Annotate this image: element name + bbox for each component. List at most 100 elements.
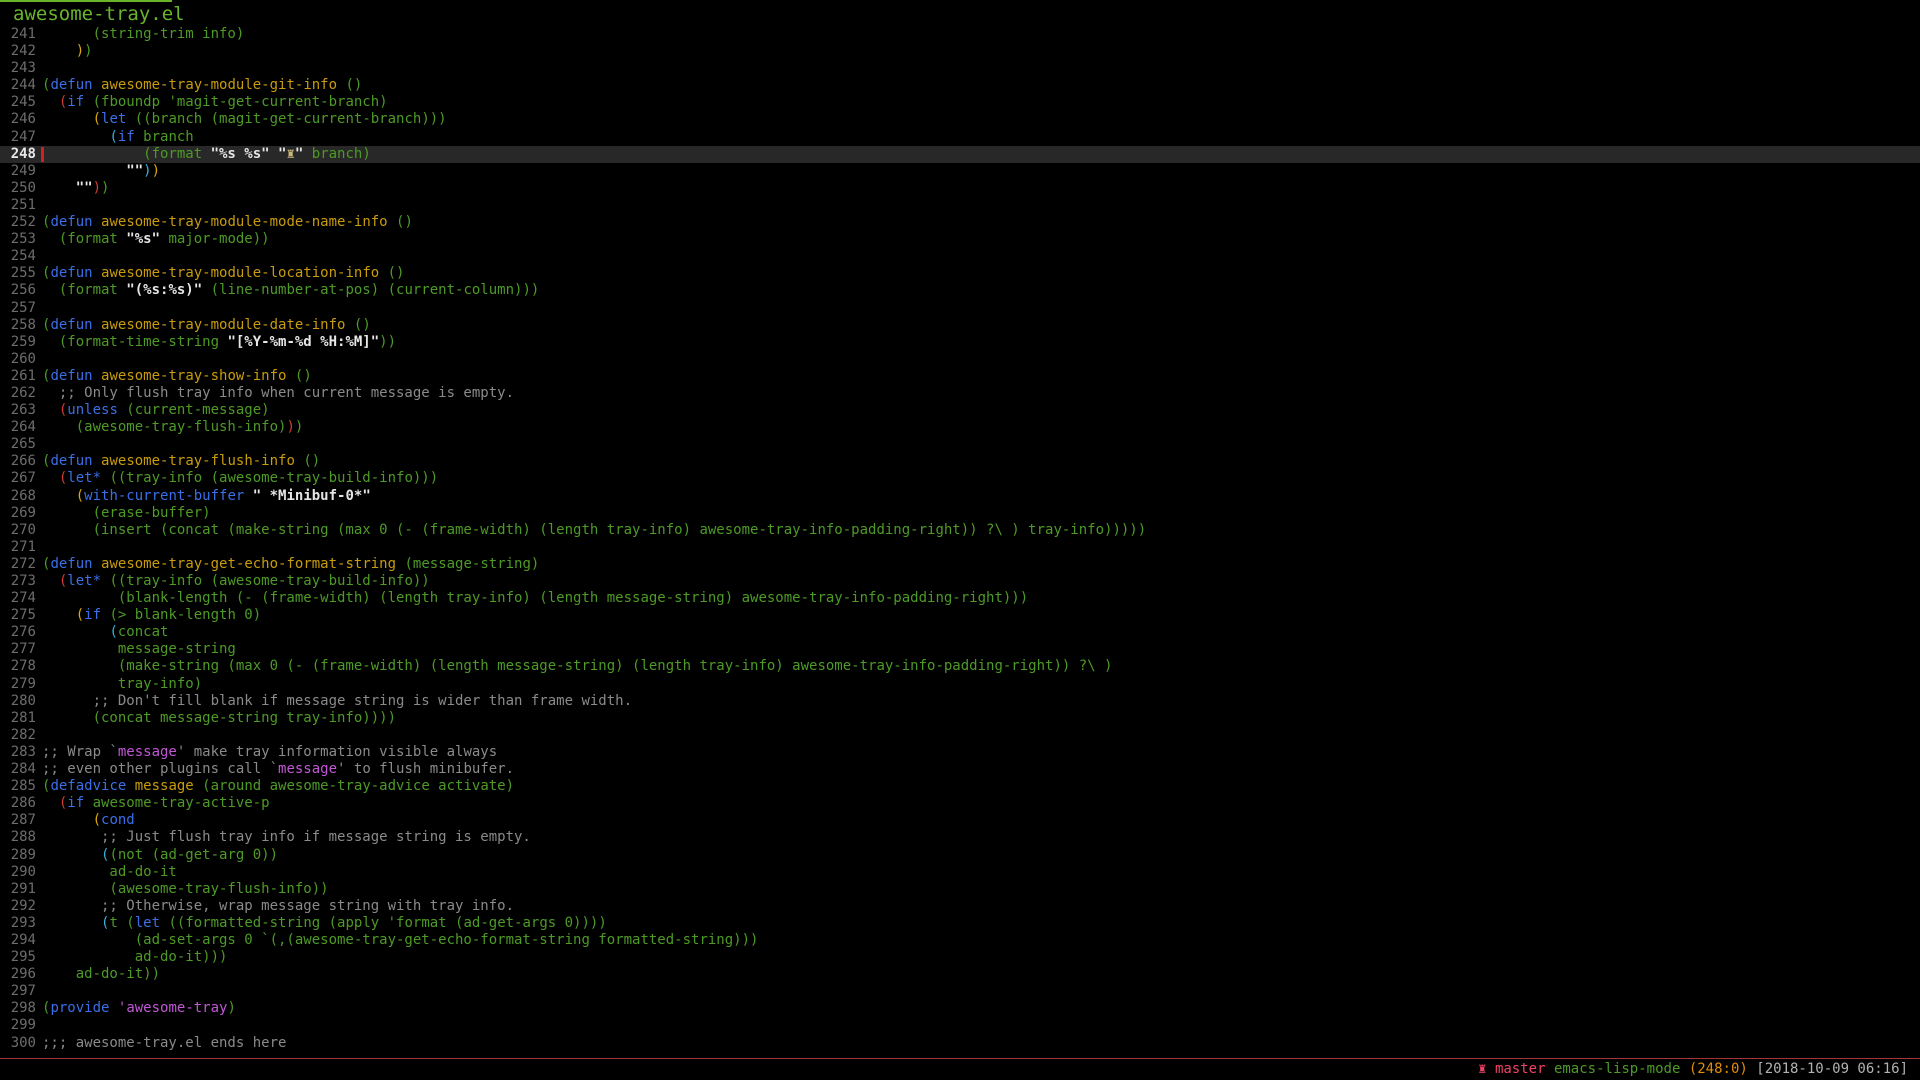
- code-line[interactable]: 268 (with-current-buffer " *Minibuf-0*": [0, 488, 1920, 505]
- line-number: 294: [0, 932, 36, 949]
- line-number: 252: [0, 214, 36, 231]
- code-line[interactable]: 285(defadvice message (around awesome-tr…: [0, 778, 1920, 795]
- code-line[interactable]: 286 (if awesome-tray-active-p: [0, 795, 1920, 812]
- code-line[interactable]: 245 (if (fboundp 'magit-get-current-bran…: [0, 94, 1920, 111]
- code-line[interactable]: 251: [0, 197, 1920, 214]
- code-line[interactable]: 253 (format "%s" major-mode)): [0, 231, 1920, 248]
- line-number: 253: [0, 231, 36, 248]
- code-line[interactable]: 297: [0, 983, 1920, 1000]
- code-text: (defun awesome-tray-module-location-info…: [42, 265, 404, 282]
- code-text: (t (let ((formatted-string (apply 'forma…: [42, 915, 607, 932]
- line-number: 256: [0, 282, 36, 299]
- code-line[interactable]: 262 ;; Only flush tray info when current…: [0, 385, 1920, 402]
- code-line[interactable]: 295 ad-do-it))): [0, 949, 1920, 966]
- code-line[interactable]: 283;; Wrap `message' make tray informati…: [0, 744, 1920, 761]
- code-line[interactable]: 293 (t (let ((formatted-string (apply 'f…: [0, 915, 1920, 932]
- code-line[interactable]: 244(defun awesome-tray-module-git-info (…: [0, 77, 1920, 94]
- code-text: (let* ((tray-info (awesome-tray-build-in…: [42, 573, 430, 590]
- code-line[interactable]: 298(provide 'awesome-tray): [0, 1000, 1920, 1017]
- code-line[interactable]: 284;; even other plugins call `message' …: [0, 761, 1920, 778]
- code-line[interactable]: 271: [0, 539, 1920, 556]
- buffer-title[interactable]: awesome-tray.el: [13, 3, 185, 25]
- code-text: (defun awesome-tray-get-echo-format-stri…: [42, 556, 539, 573]
- code-line[interactable]: 259 (format-time-string "[%Y-%m-%d %H:%M…: [0, 334, 1920, 351]
- line-number: 245: [0, 94, 36, 111]
- code-line[interactable]: 261(defun awesome-tray-show-info (): [0, 368, 1920, 385]
- code-line[interactable]: 294 (ad-set-args 0 `(,(awesome-tray-get-…: [0, 932, 1920, 949]
- code-text: ;; Don't fill blank if message string is…: [42, 693, 632, 710]
- code-text: ((not (ad-get-arg 0)): [42, 847, 278, 864]
- code-line[interactable]: 299: [0, 1017, 1920, 1034]
- code-line[interactable]: 300;;; awesome-tray.el ends here: [0, 1035, 1920, 1052]
- code-line[interactable]: 258(defun awesome-tray-module-date-info …: [0, 317, 1920, 334]
- code-text: (make-string (max 0 (- (frame-width) (le…: [42, 658, 1112, 675]
- code-line[interactable]: 281 (concat message-string tray-info)))): [0, 710, 1920, 727]
- code-line[interactable]: 279 tray-info): [0, 676, 1920, 693]
- code-line[interactable]: 260: [0, 351, 1920, 368]
- code-line[interactable]: 266(defun awesome-tray-flush-info (): [0, 453, 1920, 470]
- code-line[interactable]: 242 )): [0, 43, 1920, 60]
- code-line[interactable]: 254: [0, 248, 1920, 265]
- code-line[interactable]: 265: [0, 436, 1920, 453]
- code-line[interactable]: 267 (let* ((tray-info (awesome-tray-buil…: [0, 470, 1920, 487]
- modeline-separator: [0, 1058, 1920, 1059]
- code-line[interactable]: 269 (erase-buffer): [0, 505, 1920, 522]
- code-text: (let ((branch (magit-get-current-branch)…: [42, 111, 447, 128]
- code-line[interactable]: 249 "")): [0, 163, 1920, 180]
- code-line[interactable]: 292 ;; Otherwise, wrap message string wi…: [0, 898, 1920, 915]
- code-line[interactable]: 274 (blank-length (- (frame-width) (leng…: [0, 590, 1920, 607]
- line-number: 267: [0, 470, 36, 487]
- code-line[interactable]: 296 ad-do-it)): [0, 966, 1920, 983]
- line-number: 265: [0, 436, 36, 453]
- code-text: tray-info): [42, 676, 202, 693]
- code-line[interactable]: 257: [0, 300, 1920, 317]
- line-number: 250: [0, 180, 36, 197]
- git-branch-icon: ♜: [1478, 1061, 1486, 1077]
- code-line[interactable]: 263 (unless (current-message): [0, 402, 1920, 419]
- code-text: (with-current-buffer " *Minibuf-0*": [42, 488, 371, 505]
- buffer-tab-indicator: [0, 0, 172, 2]
- code-line[interactable]: 243: [0, 60, 1920, 77]
- line-number: 299: [0, 1017, 36, 1034]
- line-number: 257: [0, 300, 36, 317]
- code-line[interactable]: 247 (if branch: [0, 129, 1920, 146]
- code-line[interactable]: 270 (insert (concat (make-string (max 0 …: [0, 522, 1920, 539]
- code-line[interactable]: 255(defun awesome-tray-module-location-i…: [0, 265, 1920, 282]
- line-number: 247: [0, 129, 36, 146]
- line-number: 278: [0, 658, 36, 675]
- code-line[interactable]: 275 (if (> blank-length 0): [0, 607, 1920, 624]
- code-line[interactable]: 291 (awesome-tray-flush-info)): [0, 881, 1920, 898]
- code-area[interactable]: 241 (string-trim info)242 ))243244(defun…: [0, 26, 1920, 1052]
- code-line[interactable]: 277 message-string: [0, 641, 1920, 658]
- code-line[interactable]: 248 (format "%s %s" "♜" branch): [0, 146, 1920, 163]
- code-line[interactable]: 241 (string-trim info): [0, 26, 1920, 43]
- code-line[interactable]: 264 (awesome-tray-flush-info))): [0, 419, 1920, 436]
- code-line[interactable]: 252(defun awesome-tray-module-mode-name-…: [0, 214, 1920, 231]
- code-text: "")): [42, 180, 109, 197]
- line-number: 284: [0, 761, 36, 778]
- code-line[interactable]: 290 ad-do-it: [0, 864, 1920, 881]
- code-line[interactable]: 250 "")): [0, 180, 1920, 197]
- code-line[interactable]: 246 (let ((branch (magit-get-current-bra…: [0, 111, 1920, 128]
- code-text: (format "(%s:%s)" (line-number-at-pos) (…: [42, 282, 539, 299]
- code-line[interactable]: 278 (make-string (max 0 (- (frame-width)…: [0, 658, 1920, 675]
- datetime-label: [2018-10-09 06:16]: [1756, 1061, 1908, 1077]
- code-text: ad-do-it)): [42, 966, 160, 983]
- line-number: 288: [0, 829, 36, 846]
- code-line[interactable]: 280 ;; Don't fill blank if message strin…: [0, 693, 1920, 710]
- code-text: (format-time-string "[%Y-%m-%d %H:%M]")): [42, 334, 396, 351]
- code-line[interactable]: 282: [0, 727, 1920, 744]
- code-text: (let* ((tray-info (awesome-tray-build-in…: [42, 470, 438, 487]
- code-line[interactable]: 288 ;; Just flush tray info if message s…: [0, 829, 1920, 846]
- code-line[interactable]: 289 ((not (ad-get-arg 0)): [0, 847, 1920, 864]
- code-line[interactable]: 287 (cond: [0, 812, 1920, 829]
- code-text: (blank-length (- (frame-width) (length t…: [42, 590, 1028, 607]
- code-line[interactable]: 276 (concat: [0, 624, 1920, 641]
- code-line[interactable]: 273 (let* ((tray-info (awesome-tray-buil…: [0, 573, 1920, 590]
- line-number: 293: [0, 915, 36, 932]
- text-cursor: [41, 147, 44, 162]
- code-line[interactable]: 272(defun awesome-tray-get-echo-format-s…: [0, 556, 1920, 573]
- line-number: 259: [0, 334, 36, 351]
- line-number: 285: [0, 778, 36, 795]
- code-line[interactable]: 256 (format "(%s:%s)" (line-number-at-po…: [0, 282, 1920, 299]
